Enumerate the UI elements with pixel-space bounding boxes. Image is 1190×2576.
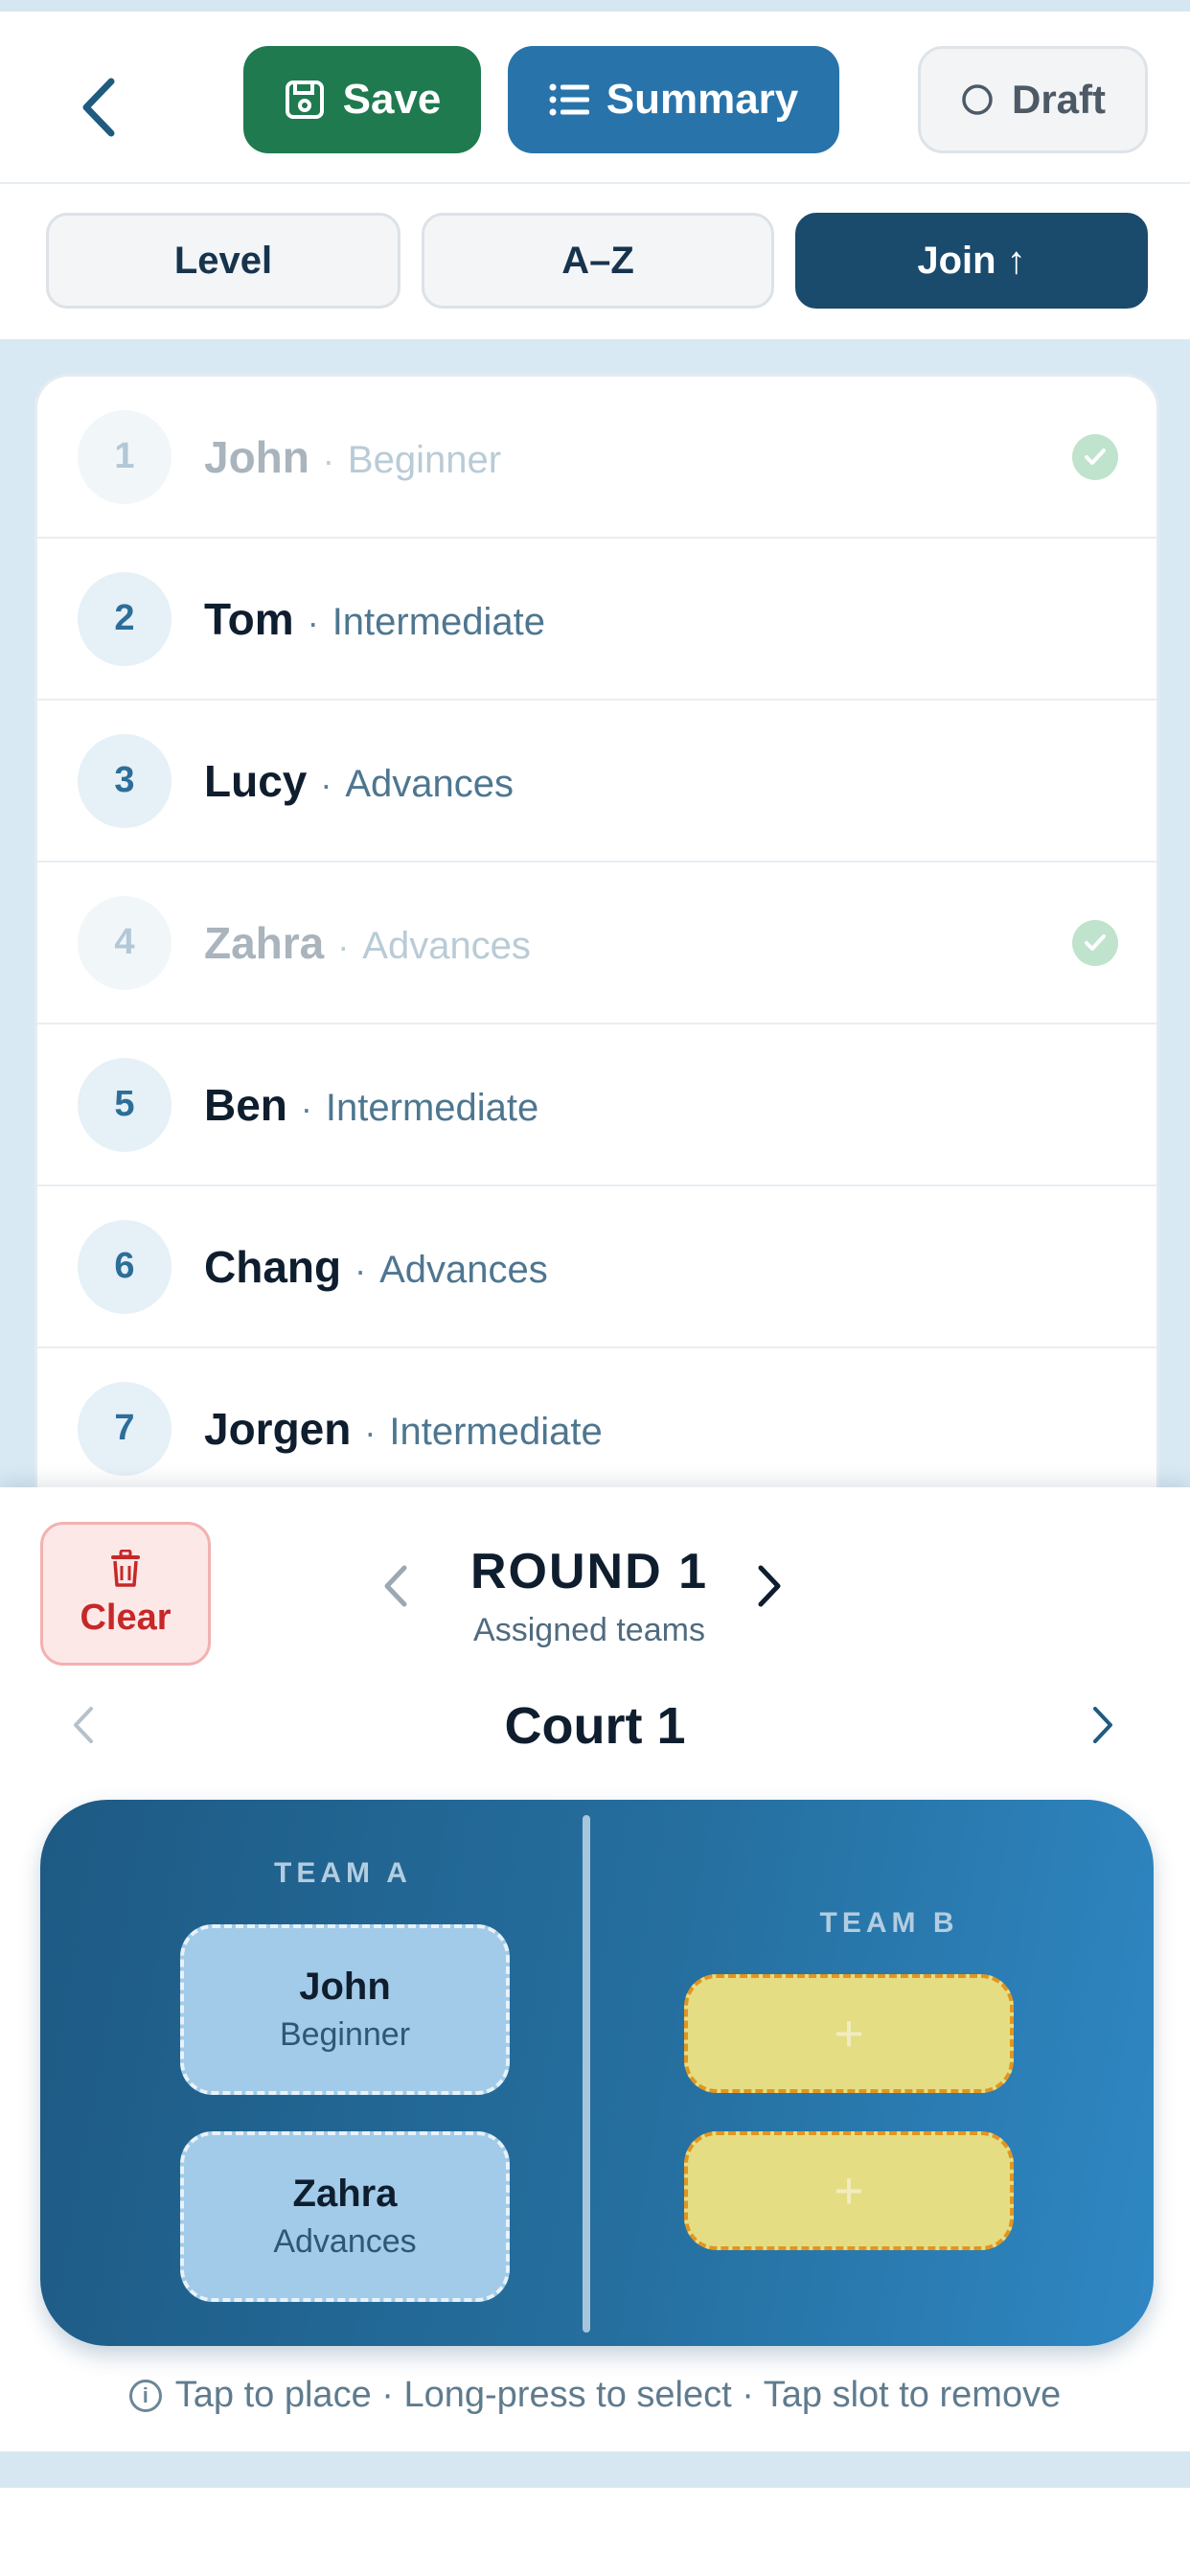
sort-level-button[interactable]: Level [46,213,400,309]
player-number: 6 [78,1219,172,1314]
player-level: Advances [362,924,531,967]
chevron-left-icon [384,1565,407,1607]
player-name: Jorgen [204,1403,352,1454]
save-label: Save [342,76,442,123]
team-b-empty-slot[interactable]: + [684,2131,1014,2250]
sort-az-label: A–Z [561,239,634,282]
team-a-slot[interactable]: John Beginner [180,1924,510,2095]
team-b-empty-slot[interactable]: + [684,1974,1014,2093]
summary-label: Summary [606,76,799,123]
sort-level-label: Level [173,239,273,282]
player-row[interactable]: 1 John · Beginner [37,377,1156,539]
assignment-panel: Clear ROUND 1 Assigned teams Court 1 TEA… [0,1487,1190,2451]
separator-dot: · [320,764,332,804]
separator-dot: · [355,1250,367,1290]
player-level: Intermediate [332,600,546,643]
player-list[interactable]: 1 John · Beginner 2 Tom · Intermediate 3 Luc… [34,374,1159,1524]
slot-player-level: Advances [273,2223,417,2260]
check-icon [1072,433,1118,480]
sort-az-button[interactable]: A–Z [422,213,774,309]
info-icon: i [128,2379,162,2412]
slot-player-name: Zahra [292,2173,398,2215]
separator-dot: · [322,440,334,480]
round-title: ROUND 1 [469,1544,709,1599]
slot-player-name: John [299,1966,391,2008]
player-name: Chang [204,1241,342,1292]
separator-dot: · [364,1412,377,1452]
chevron-right-icon [758,1565,781,1607]
player-level: Beginner [347,438,502,481]
chevron-right-icon [1093,1707,1112,1743]
floppy-disk-icon [285,80,324,119]
player-name: Ben [204,1079,287,1130]
draft-toggle[interactable]: Draft [918,46,1148,153]
player-level: Intermediate [325,1086,539,1129]
team-b-label: TEAM B [819,1907,959,1939]
save-button[interactable]: Save [243,46,481,153]
top-toolbar: Save Summary Draft [0,12,1190,184]
player-level: Advances [345,762,515,805]
player-level: Intermediate [389,1410,603,1453]
player-number: 1 [78,409,172,504]
sort-join-label: Join ↑ [917,239,1026,282]
player-name: Tom [204,593,294,644]
player-row[interactable]: 2 Tom · Intermediate [37,539,1156,701]
clear-button[interactable]: Clear [40,1522,211,1666]
player-row[interactable]: 4 Zahra · Advances [37,862,1156,1024]
check-icon [1072,919,1118,966]
player-row[interactable]: 5 Ben · Intermediate [37,1024,1156,1186]
next-round-button[interactable] [757,1564,782,1613]
usage-hint: i Tap to place · Long-press to select · … [0,2375,1190,2416]
trash-icon [111,1549,140,1587]
plus-icon: + [834,2005,864,2062]
court-net-divider [583,1815,590,2333]
list-icon [549,83,589,116]
sort-bar: Level A–Z Join ↑ [0,186,1190,339]
previous-court-button[interactable] [73,1706,94,1749]
team-a-slot[interactable]: Zahra Advances [180,2131,510,2302]
hint-text: Tap to place · Long-press to select · Ta… [174,2375,1062,2415]
round-subtitle: Assigned teams [473,1612,705,1648]
summary-button[interactable]: Summary [508,46,839,153]
bottom-strip [0,2451,1190,2488]
player-row[interactable]: 3 Lucy · Advances [37,701,1156,862]
empty-circle-icon [962,84,993,115]
player-number: 4 [78,895,172,990]
plus-icon: + [834,2162,864,2220]
status-strip [0,0,1190,12]
chevron-left-icon [74,1707,93,1743]
previous-round-button[interactable] [383,1564,408,1613]
player-number: 7 [78,1381,172,1476]
player-level: Advances [379,1248,548,1291]
player-name: Zahra [204,917,325,968]
player-row[interactable]: 7 Jorgen · Intermediate [37,1348,1156,1510]
player-name: John [204,431,309,482]
player-number: 2 [78,571,172,666]
team-a-label: TEAM A [274,1857,412,1889]
player-name: Lucy [204,755,308,806]
player-row[interactable]: 6 Chang · Advances [37,1186,1156,1348]
player-number: 3 [78,733,172,828]
draft-label: Draft [1011,77,1106,122]
separator-dot: · [307,602,319,642]
sort-join-button[interactable]: Join ↑ [795,213,1148,309]
clear-label: Clear [80,1597,172,1638]
back-button[interactable] [69,69,126,146]
player-number: 5 [78,1057,172,1152]
slot-player-level: Beginner [279,2016,411,2053]
next-court-button[interactable] [1092,1706,1113,1749]
court-title: Court 1 [504,1697,686,1755]
chevron-left-icon [82,78,115,137]
court-board: TEAM A TEAM B John Beginner Zahra Advanc… [40,1800,1154,2346]
separator-dot: · [337,926,350,966]
separator-dot: · [300,1088,312,1128]
